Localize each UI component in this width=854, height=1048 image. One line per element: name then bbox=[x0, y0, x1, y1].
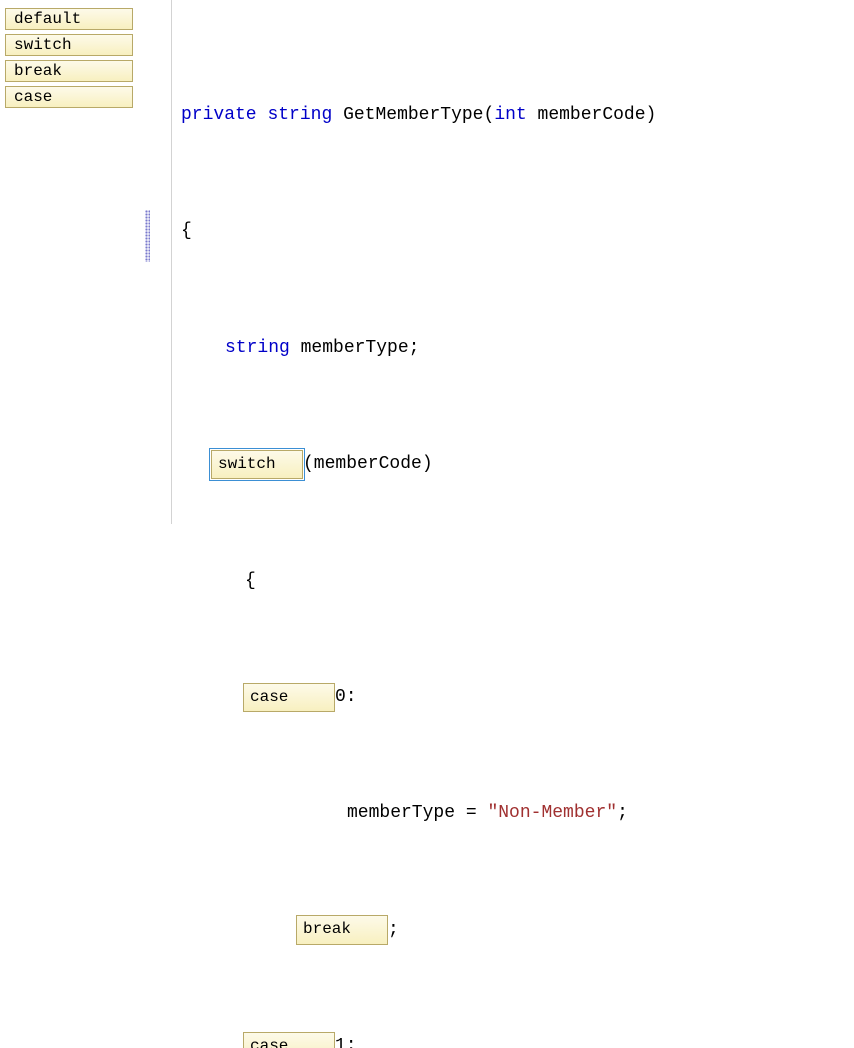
drop-slot-case0[interactable]: case bbox=[243, 683, 335, 713]
lparen: ( bbox=[484, 101, 495, 130]
drop-slot-case1[interactable]: case bbox=[243, 1032, 335, 1048]
pane-divider[interactable] bbox=[145, 0, 149, 524]
code-editor: private string GetMemberType ( int membe… bbox=[175, 0, 854, 524]
case0-label: 0: bbox=[335, 683, 357, 712]
divider-grip-icon bbox=[145, 210, 150, 262]
code-line: string memberType; bbox=[181, 333, 846, 363]
palette-item-case[interactable]: case bbox=[5, 86, 133, 108]
code-line: { bbox=[181, 217, 846, 247]
app-container: default switch break case private string… bbox=[0, 0, 854, 524]
var-decl: memberType; bbox=[290, 334, 420, 363]
code-gutter bbox=[155, 0, 171, 524]
code-line: case 0: bbox=[181, 682, 846, 712]
keyword-string: string bbox=[267, 101, 332, 130]
semicolon: ; bbox=[388, 916, 399, 945]
keyword-int: int bbox=[494, 101, 526, 130]
keyword-private: private bbox=[181, 101, 257, 130]
palette-item-break[interactable]: break bbox=[5, 60, 133, 82]
code-line: break ; bbox=[181, 915, 846, 945]
rparen: ) bbox=[646, 101, 657, 130]
code-line: case 1: bbox=[181, 1032, 846, 1048]
string-literal: "Non-Member" bbox=[487, 799, 617, 828]
open-brace: { bbox=[181, 217, 192, 246]
open-brace: { bbox=[245, 567, 256, 596]
keyword-palette: default switch break case bbox=[0, 0, 145, 524]
semicolon: ; bbox=[617, 799, 628, 828]
drop-slot-break0[interactable]: break bbox=[296, 915, 388, 945]
palette-item-default[interactable]: default bbox=[5, 8, 133, 30]
switch-arg: (memberCode) bbox=[303, 450, 433, 479]
param-name: memberCode bbox=[527, 101, 646, 130]
code-line: { bbox=[181, 566, 846, 596]
method-name: GetMemberType bbox=[343, 101, 483, 130]
case1-label: 1: bbox=[335, 1032, 357, 1048]
palette-item-switch[interactable]: switch bbox=[5, 34, 133, 56]
gutter-border bbox=[171, 0, 172, 524]
assign0: memberType = bbox=[347, 799, 487, 828]
drop-slot-switch[interactable]: switch bbox=[211, 450, 303, 480]
code-line: switch (memberCode) bbox=[181, 450, 846, 480]
keyword-string: string bbox=[225, 334, 290, 363]
code-line: memberType = "Non-Member" ; bbox=[181, 799, 846, 829]
code-line: private string GetMemberType ( int membe… bbox=[181, 100, 846, 130]
